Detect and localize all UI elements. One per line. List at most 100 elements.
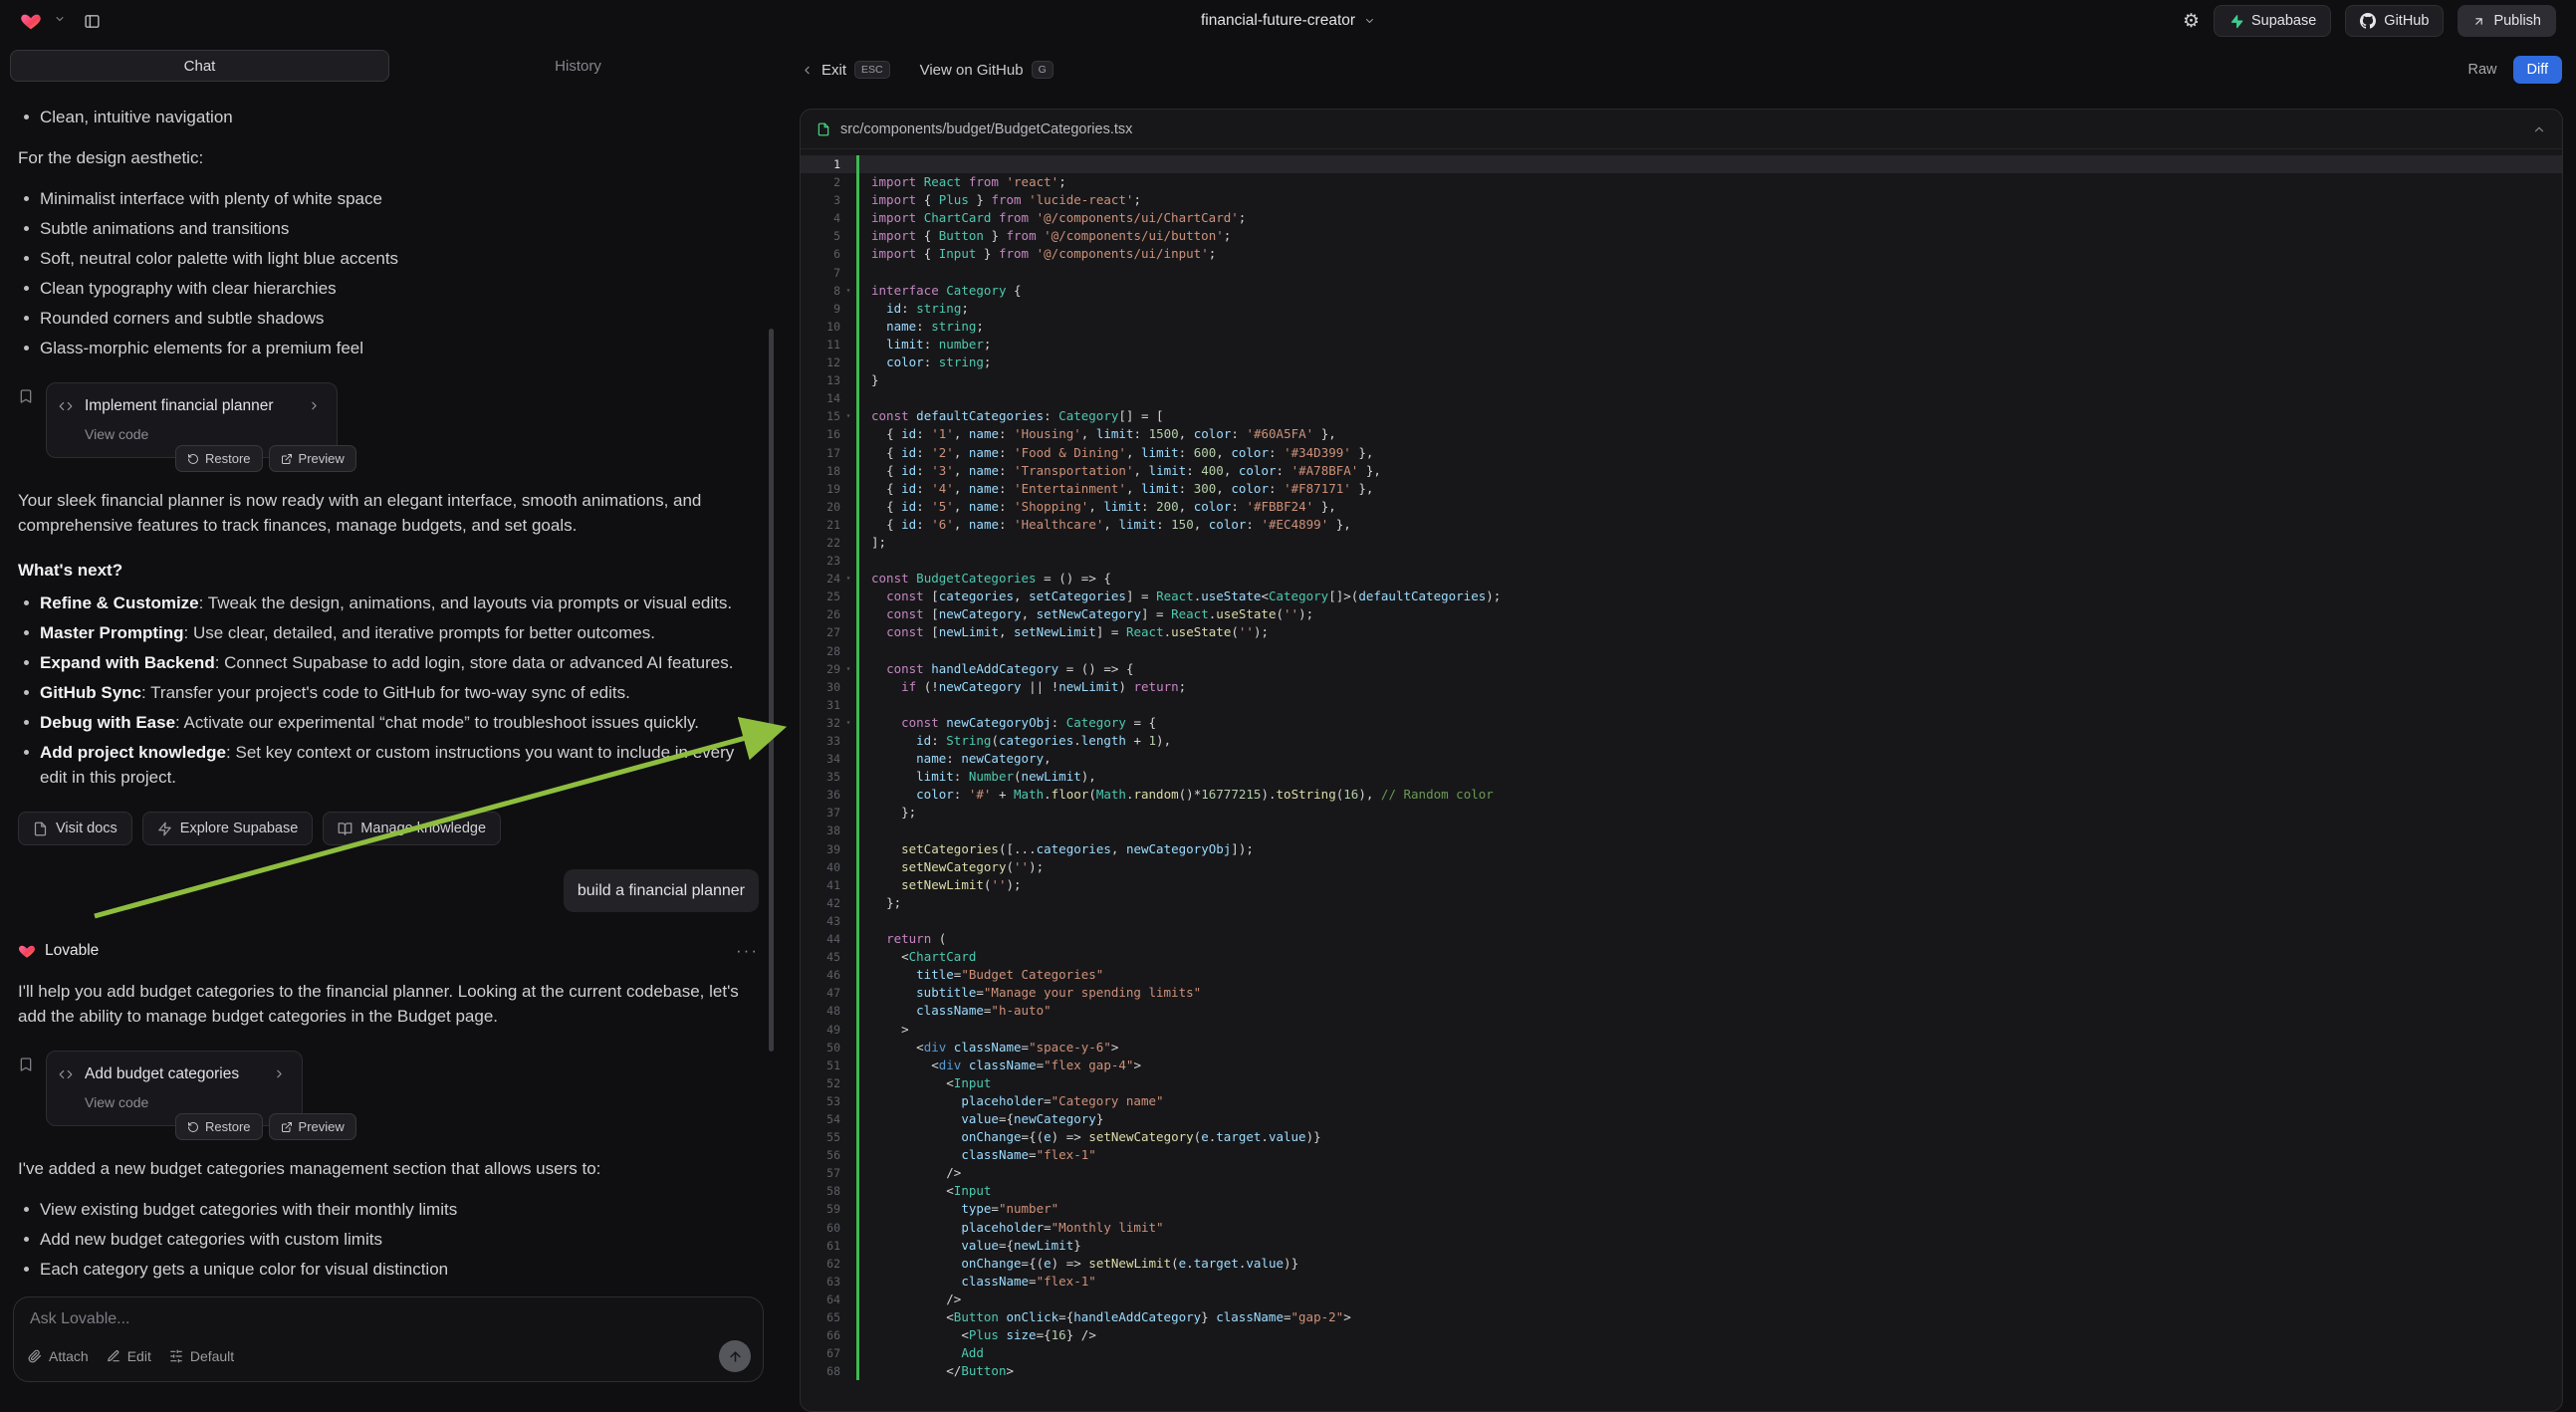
code-line[interactable]: 41 setNewLimit(''); [801,876,2562,894]
code-line[interactable]: 48 className="h-auto" [801,1002,2562,1020]
code-line[interactable]: 59 type="number" [801,1200,2562,1218]
code-line[interactable]: 57 /> [801,1164,2562,1182]
code-line[interactable]: 36 color: '#' + Math.floor(Math.random()… [801,786,2562,804]
diff-toggle-button[interactable]: Diff [2513,56,2563,84]
code-line[interactable]: 23 [801,552,2562,570]
code-line[interactable]: 64 /> [801,1291,2562,1308]
code-line[interactable]: 22]; [801,534,2562,552]
workspace-chevron-down-icon[interactable] [54,12,66,30]
code-line[interactable]: 17 { id: '2', name: 'Food & Dining', lim… [801,444,2562,462]
code-line[interactable]: 46 title="Budget Categories" [801,966,2562,984]
code-line[interactable]: 9 id: string; [801,300,2562,318]
code-line[interactable]: 26 const [newCategory, setNewCategory] =… [801,605,2562,623]
code-line[interactable]: 51 <div className="flex gap-4"> [801,1057,2562,1074]
code-line[interactable]: 53 placeholder="Category name" [801,1092,2562,1110]
message-menu-icon[interactable]: ··· [736,938,759,963]
code-line[interactable]: 11 limit: number; [801,336,2562,353]
code-line[interactable]: 10 name: string; [801,318,2562,336]
sidebar-toggle-icon[interactable] [84,13,101,30]
code-line[interactable]: 63 className="flex-1" [801,1273,2562,1291]
code-line[interactable]: 6import { Input } from '@/components/ui/… [801,245,2562,263]
code-line[interactable]: 40 setNewCategory(''); [801,858,2562,876]
preview-button[interactable]: Preview [269,445,356,472]
code-area[interactable]: 12import React from 'react';3import { Pl… [801,149,2562,1380]
code-line[interactable]: 8▾interface Category { [801,282,2562,300]
code-line[interactable]: 14 [801,389,2562,407]
code-line[interactable]: 58 <Input [801,1182,2562,1200]
view-code-link[interactable]: View code [85,1090,239,1115]
code-line[interactable]: 12 color: string; [801,353,2562,371]
code-line[interactable]: 39 setCategories([...categories, newCate… [801,840,2562,858]
code-line[interactable]: 1 [801,155,2562,173]
code-line[interactable]: 68 </Button> [801,1362,2562,1380]
project-switcher[interactable]: financial-future-creator [1201,12,1375,30]
send-button[interactable] [719,1340,751,1372]
restore-button[interactable]: Restore [175,445,263,472]
settings-gear-icon[interactable]: ⚙ [2183,12,2200,31]
tab-history[interactable]: History [389,50,767,82]
code-line[interactable]: 16 { id: '1', name: 'Housing', limit: 15… [801,425,2562,443]
code-line[interactable]: 52 <Input [801,1074,2562,1092]
code-line[interactable]: 25 const [categories, setCategories] = R… [801,588,2562,605]
view-on-github-button[interactable]: View on GitHub G [920,61,1054,80]
code-line[interactable]: 33 id: String(categories.length + 1), [801,732,2562,750]
code-line[interactable]: 44 return ( [801,930,2562,948]
lovable-logo-icon[interactable] [20,10,42,32]
code-line[interactable]: 60 placeholder="Monthly limit" [801,1219,2562,1237]
code-line[interactable]: 55 onChange={(e) => setNewCategory(e.tar… [801,1128,2562,1146]
code-line[interactable]: 27 const [newLimit, setNewLimit] = React… [801,623,2562,641]
code-line[interactable]: 28 [801,642,2562,660]
code-line[interactable]: 3import { Plus } from 'lucide-react'; [801,191,2562,209]
code-line[interactable]: 18 { id: '3', name: 'Transportation', li… [801,462,2562,480]
code-line[interactable]: 67 Add [801,1344,2562,1362]
restore-button[interactable]: Restore [175,1113,263,1140]
supabase-button[interactable]: Supabase [2214,5,2331,37]
attach-button[interactable]: Attach [28,1348,89,1364]
chat-composer[interactable]: Ask Lovable... Attach Edit Default [13,1296,764,1382]
bookmark-icon[interactable] [18,1057,34,1072]
model-selector[interactable]: Default [169,1348,234,1364]
code-line[interactable]: 4import ChartCard from '@/components/ui/… [801,209,2562,227]
code-line[interactable]: 50 <div className="space-y-6"> [801,1039,2562,1057]
code-line[interactable]: 61 value={newLimit} [801,1237,2562,1255]
code-line[interactable]: 34 name: newCategory, [801,750,2562,768]
code-line[interactable]: 47 subtitle="Manage your spending limits… [801,984,2562,1002]
code-line[interactable]: 45 <ChartCard [801,948,2562,966]
code-line[interactable]: 30 if (!newCategory || !newLimit) return… [801,678,2562,696]
code-line[interactable]: 49 > [801,1021,2562,1039]
tab-chat[interactable]: Chat [10,50,389,82]
manage-knowledge-button[interactable]: Manage knowledge [323,812,501,845]
code-line[interactable]: 65 <Button onClick={handleAddCategory} c… [801,1308,2562,1326]
code-line[interactable]: 24▾const BudgetCategories = () => { [801,570,2562,588]
code-line[interactable]: 54 value={newCategory} [801,1110,2562,1128]
file-header[interactable]: src/components/budget/BudgetCategories.t… [801,110,2562,149]
code-line[interactable]: 20 { id: '5', name: 'Shopping', limit: 2… [801,498,2562,516]
code-line[interactable]: 62 onChange={(e) => setNewLimit(e.target… [801,1255,2562,1273]
publish-button[interactable]: Publish [2458,5,2556,37]
code-line[interactable]: 37 }; [801,804,2562,822]
exit-button[interactable]: Exit ESC [801,61,890,80]
code-line[interactable]: 21 { id: '6', name: 'Healthcare', limit:… [801,516,2562,534]
edit-mode-button[interactable]: Edit [107,1348,151,1364]
code-line[interactable]: 7 [801,264,2562,282]
code-line[interactable]: 42 }; [801,894,2562,912]
code-line[interactable]: 19 { id: '4', name: 'Entertainment', lim… [801,480,2562,498]
preview-button[interactable]: Preview [269,1113,356,1140]
chat-scrollbar[interactable] [769,329,774,1052]
code-line[interactable]: 66 <Plus size={16} /> [801,1326,2562,1344]
code-line[interactable]: 2import React from 'react'; [801,173,2562,191]
explore-supabase-button[interactable]: Explore Supabase [142,812,314,845]
code-line[interactable]: 32▾ const newCategoryObj: Category = { [801,714,2562,732]
code-line[interactable]: 5import { Button } from '@/components/ui… [801,227,2562,245]
collapse-chevron-up-icon[interactable] [2532,122,2546,136]
code-line[interactable]: 31 [801,696,2562,714]
code-line[interactable]: 13} [801,371,2562,389]
code-line[interactable]: 38 [801,822,2562,839]
composer-input[interactable]: Ask Lovable... [30,1310,749,1328]
view-code-link[interactable]: View code [85,422,274,447]
visit-docs-button[interactable]: Visit docs [18,812,132,845]
code-line[interactable]: 29▾ const handleAddCategory = () => { [801,660,2562,678]
bookmark-icon[interactable] [18,388,34,404]
code-line[interactable]: 35 limit: Number(newLimit), [801,768,2562,786]
code-line[interactable]: 56 className="flex-1" [801,1146,2562,1164]
